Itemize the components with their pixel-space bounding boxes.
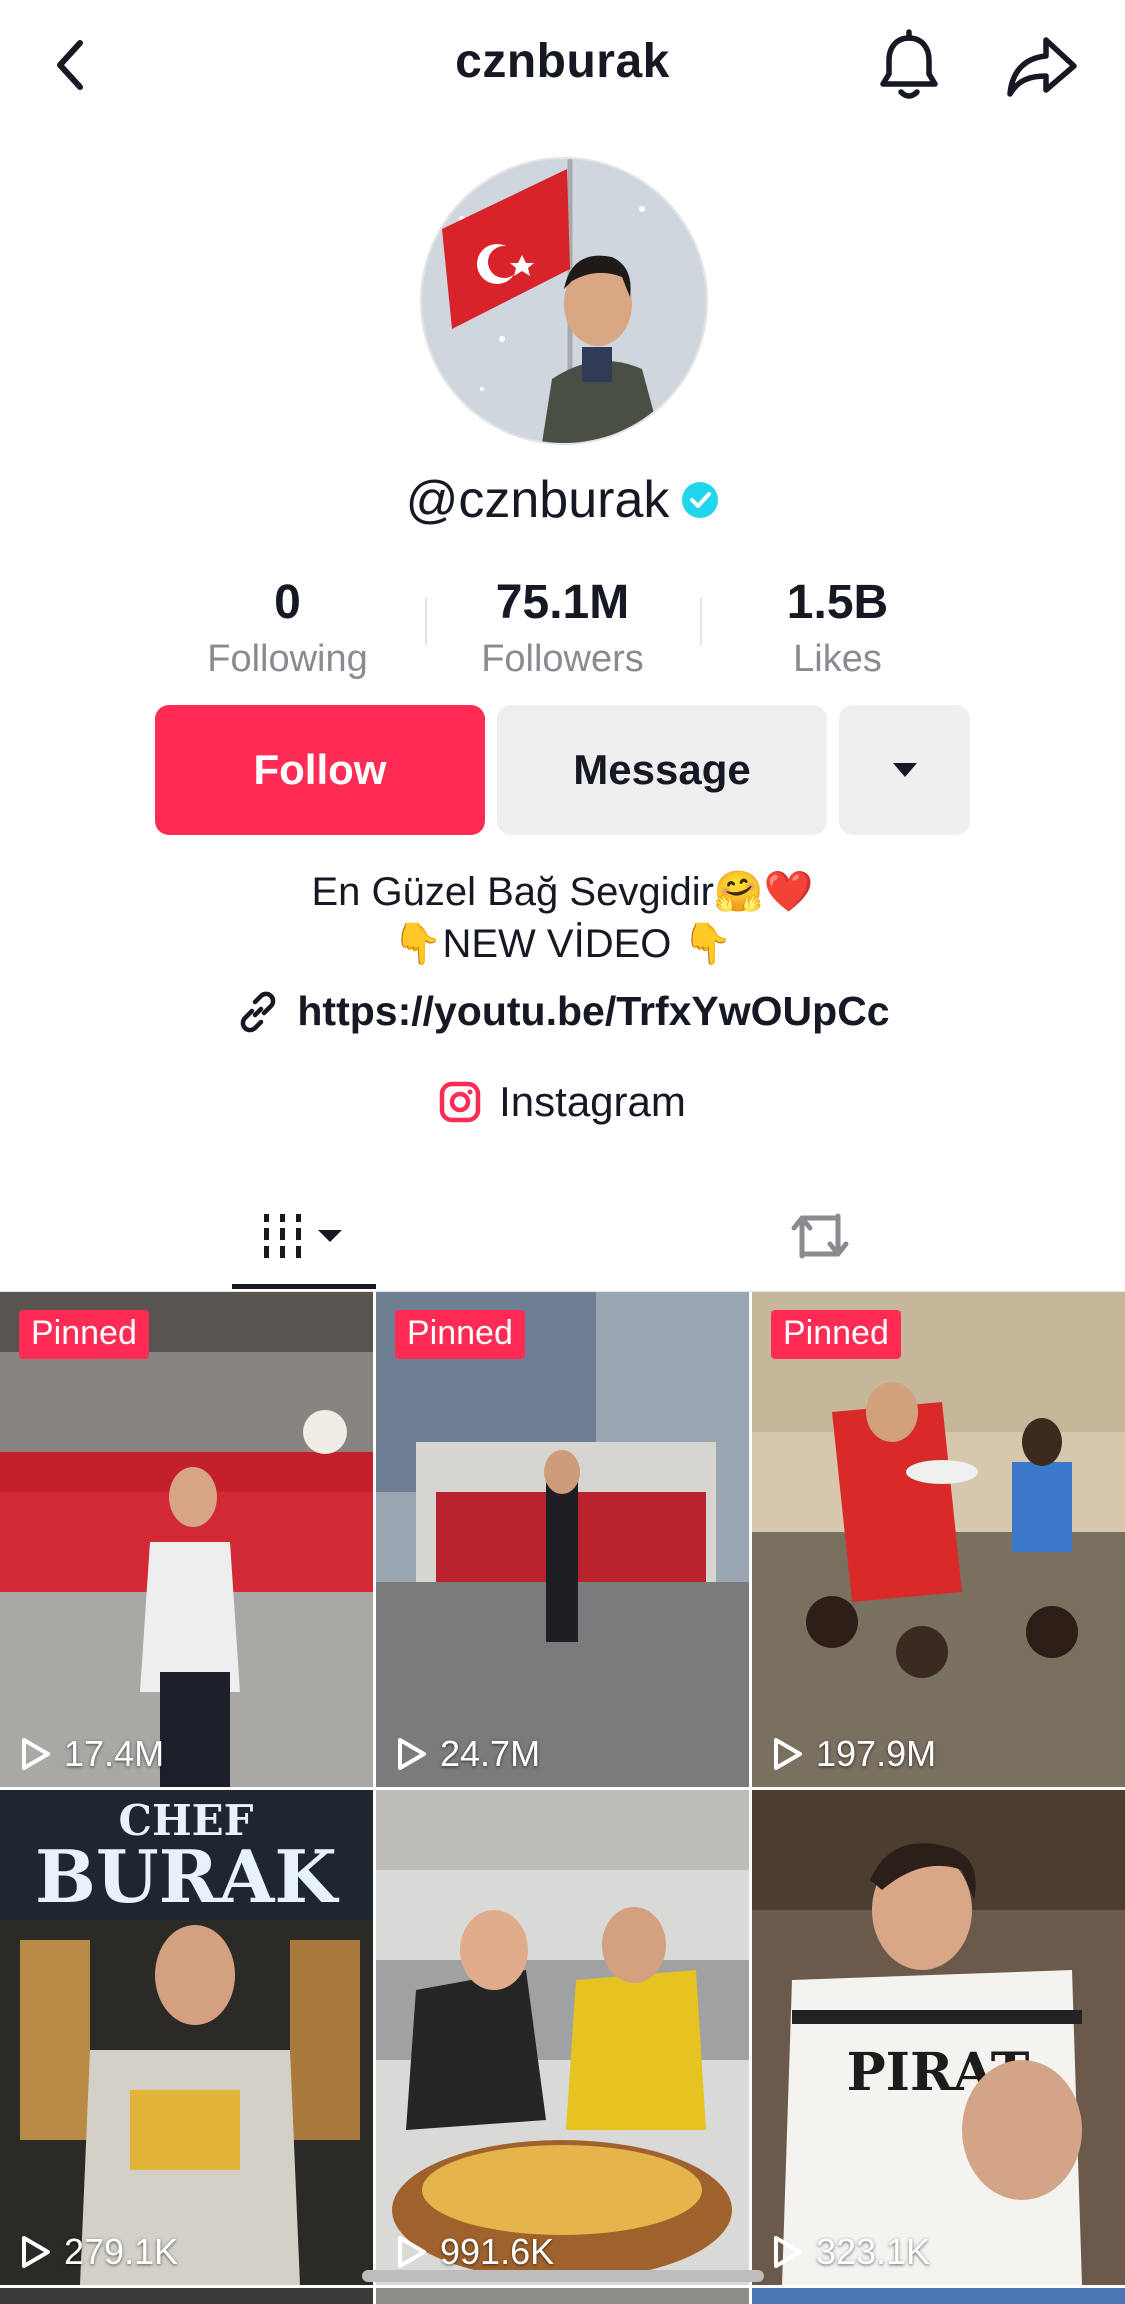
message-button[interactable]: Message bbox=[497, 705, 827, 835]
stat-following[interactable]: 0 Following bbox=[150, 575, 425, 681]
profile-handle: @cznburak bbox=[405, 471, 670, 529]
video-thumbnail: PIRAT bbox=[752, 1790, 1125, 2285]
play-icon bbox=[22, 2236, 50, 2268]
video-thumbnail: CHEF BURAK bbox=[0, 1790, 373, 2285]
grid-columns-icon bbox=[264, 1214, 342, 1258]
bio-link-text: https://youtu.be/TrfxYwOUpCc bbox=[297, 988, 890, 1034]
pinned-badge: Pinned bbox=[19, 1310, 149, 1359]
video-thumbnail bbox=[376, 1292, 749, 1787]
profile-tabs bbox=[0, 1180, 1125, 1292]
tab-reposts[interactable] bbox=[740, 1180, 900, 1292]
play-icon bbox=[774, 1738, 802, 1770]
notifications-button[interactable] bbox=[874, 28, 944, 104]
suggested-accounts-button[interactable] bbox=[839, 705, 970, 835]
following-count: 0 bbox=[274, 576, 301, 629]
top-bar: cznburak bbox=[0, 0, 1125, 130]
view-count: 991.6K bbox=[394, 2231, 554, 2273]
handle-row: @cznburak bbox=[0, 470, 1125, 530]
follow-button[interactable]: Follow bbox=[155, 705, 485, 835]
followers-label: Followers bbox=[481, 638, 644, 680]
svg-text:BURAK: BURAK bbox=[35, 1834, 339, 1919]
video-tile[interactable]: CHEF BURAK 279.1K bbox=[0, 1790, 373, 2285]
stat-likes[interactable]: 1.5B Likes bbox=[700, 575, 975, 681]
view-count: 323.1K bbox=[770, 2231, 930, 2273]
avatar-image bbox=[422, 159, 706, 443]
instagram-link[interactable]: Instagram bbox=[0, 1078, 1125, 1126]
likes-label: Likes bbox=[793, 638, 882, 680]
video-thumbnail bbox=[752, 1292, 1125, 1787]
view-count: 279.1K bbox=[18, 2231, 178, 2273]
video-thumbnail bbox=[376, 1790, 749, 2285]
bio-line: En Güzel Bağ Sevgidir🤗❤️ bbox=[311, 870, 814, 914]
home-indicator bbox=[362, 2270, 764, 2282]
video-tile[interactable]: Pinned 17.4M bbox=[0, 1292, 373, 1787]
video-thumbnail bbox=[0, 1292, 373, 1787]
view-count-text: 323.1K bbox=[816, 2231, 931, 2272]
view-count-text: 197.9M bbox=[816, 1733, 937, 1774]
active-tab-indicator bbox=[232, 1284, 376, 1289]
repost-icon bbox=[791, 1213, 849, 1259]
likes-count: 1.5B bbox=[786, 576, 889, 629]
bio-line: 👇NEW VİDEO 👇 bbox=[392, 922, 733, 966]
view-count-text: 991.6K bbox=[440, 2231, 555, 2272]
bell-icon bbox=[880, 29, 938, 99]
pinned-badge: Pinned bbox=[771, 1310, 901, 1359]
view-count: 17.4M bbox=[18, 1733, 164, 1775]
video-tile[interactable]: Pinned 197.9M bbox=[752, 1292, 1125, 1787]
video-tile[interactable]: PIRAT 323.1K bbox=[752, 1790, 1125, 2285]
video-grid: Pinned 17.4M Pinned 24.7M Pinned 197.9M … bbox=[0, 1292, 1125, 2304]
view-count-text: 24.7M bbox=[440, 1733, 541, 1774]
link-icon bbox=[241, 991, 276, 1032]
following-label: Following bbox=[207, 638, 368, 680]
avatar[interactable] bbox=[420, 157, 708, 445]
followers-count: 75.1M bbox=[495, 576, 630, 629]
video-tile[interactable] bbox=[752, 2288, 1125, 2304]
video-tile[interactable] bbox=[0, 2288, 373, 2304]
profile-stats: 0 Following 75.1M Followers 1.5B Likes bbox=[150, 575, 975, 685]
play-icon bbox=[398, 2236, 426, 2268]
view-count: 24.7M bbox=[394, 1733, 540, 1775]
share-button[interactable] bbox=[1002, 28, 1082, 104]
video-tile[interactable]: 991.6K bbox=[376, 1790, 749, 2285]
page-title: cznburak bbox=[455, 35, 670, 88]
play-icon bbox=[774, 2236, 802, 2268]
bio-link[interactable]: https://youtu.be/TrfxYwOUpCc bbox=[0, 988, 1125, 1035]
tab-videos[interactable] bbox=[230, 1180, 378, 1292]
verified-badge-icon bbox=[682, 482, 719, 518]
bio: En Güzel Bağ Sevgidir🤗❤️ 👇NEW VİDEO 👇 bbox=[0, 866, 1125, 970]
pinned-badge: Pinned bbox=[395, 1310, 525, 1359]
view-count-text: 17.4M bbox=[64, 1733, 165, 1774]
video-tile[interactable]: Pinned 24.7M bbox=[376, 1292, 749, 1787]
view-count: 197.9M bbox=[770, 1733, 936, 1775]
play-icon bbox=[398, 1738, 426, 1770]
stat-followers[interactable]: 75.1M Followers bbox=[425, 575, 700, 681]
view-count-text: 279.1K bbox=[64, 2231, 179, 2272]
video-tile[interactable] bbox=[376, 2288, 749, 2304]
share-arrow-icon bbox=[1007, 37, 1077, 97]
play-icon bbox=[22, 1738, 50, 1770]
caret-down-icon bbox=[892, 763, 917, 777]
instagram-icon bbox=[439, 1081, 481, 1123]
instagram-label: Instagram bbox=[499, 1078, 686, 1125]
